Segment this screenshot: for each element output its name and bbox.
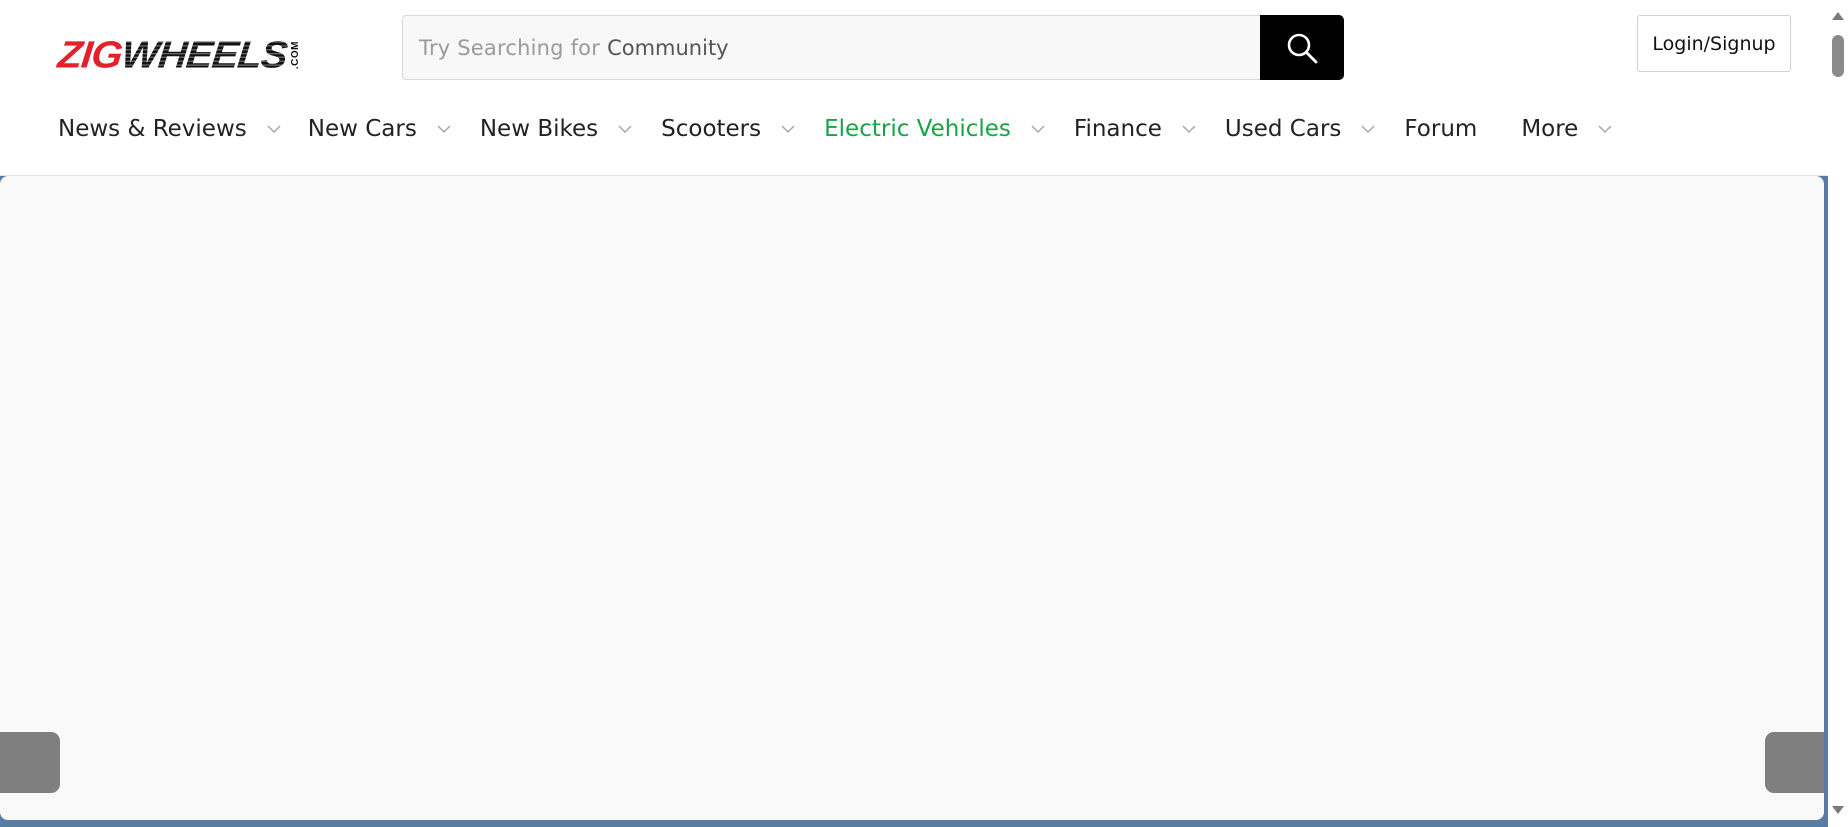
nav-item-label: Used Cars xyxy=(1224,116,1342,142)
nav-item-label: Electric Vehicles xyxy=(824,116,1011,142)
chevron-down-icon xyxy=(781,125,795,133)
main-nav: News & Reviews New Cars New Bikes Scoote… xyxy=(58,110,1612,148)
chevron-down-icon xyxy=(618,125,632,133)
nav-item-used-cars[interactable]: Used Cars xyxy=(1225,110,1375,148)
zigwheels-logo[interactable]: ZIGWHEELS .COM xyxy=(55,30,301,80)
search-icon xyxy=(1287,33,1318,63)
search-placeholder-term: Community xyxy=(607,35,729,60)
nav-item-scooters[interactable]: Scooters xyxy=(661,110,795,148)
vertical-scrollbar[interactable] xyxy=(1828,0,1848,827)
login-signup-button[interactable]: Login/Signup xyxy=(1637,15,1791,72)
search-button[interactable] xyxy=(1260,15,1344,80)
nav-item-label: Scooters xyxy=(661,116,762,142)
nav-item-label: New Bikes xyxy=(479,116,599,142)
scroll-down-arrow-icon[interactable] xyxy=(1832,804,1844,816)
site-header: ZIGWHEELS .COM Try Searching for Communi… xyxy=(0,0,1828,176)
page: ZIGWHEELS .COM Try Searching for Communi… xyxy=(0,0,1848,827)
scroll-up-arrow-icon[interactable] xyxy=(1832,10,1844,22)
logo-suffix: .COM xyxy=(289,40,301,70)
chevron-down-icon xyxy=(1031,125,1045,133)
hero-banner xyxy=(0,176,1828,827)
nav-item-news-reviews[interactable]: News & Reviews xyxy=(58,110,281,148)
logo-part-wheels: WHEELS xyxy=(119,34,289,76)
search-bar: Try Searching for Community xyxy=(402,15,1344,80)
search-input[interactable]: Try Searching for Community xyxy=(402,15,1260,80)
nav-item-forum[interactable]: Forum xyxy=(1404,110,1477,148)
search-placeholder-prefix: Try Searching for xyxy=(419,35,601,60)
nav-item-label: More xyxy=(1521,116,1579,142)
nav-item-new-bikes[interactable]: New Bikes xyxy=(480,110,632,148)
nav-item-finance[interactable]: Finance xyxy=(1074,110,1196,148)
nav-item-more[interactable]: More xyxy=(1521,110,1612,148)
nav-item-label: Finance xyxy=(1073,116,1162,142)
nav-item-label: News & Reviews xyxy=(58,116,247,142)
logo-wordmark: ZIGWHEELS xyxy=(55,34,289,76)
nav-item-electric-vehicles[interactable]: Electric Vehicles xyxy=(824,110,1045,148)
chevron-down-icon xyxy=(1361,125,1375,133)
chevron-down-icon xyxy=(267,125,281,133)
slider-next-button[interactable] xyxy=(1765,732,1824,793)
nav-item-new-cars[interactable]: New Cars xyxy=(308,110,451,148)
chevron-down-icon xyxy=(1598,125,1612,133)
chevron-down-icon xyxy=(1182,125,1196,133)
slider-prev-button[interactable] xyxy=(0,732,60,793)
nav-item-label: Forum xyxy=(1404,116,1478,142)
banner-slide-area xyxy=(0,176,1824,820)
logo-part-zig: ZIG xyxy=(55,34,124,76)
chevron-down-icon xyxy=(437,125,451,133)
scrollbar-thumb[interactable] xyxy=(1832,35,1844,77)
nav-item-label: New Cars xyxy=(307,116,417,142)
